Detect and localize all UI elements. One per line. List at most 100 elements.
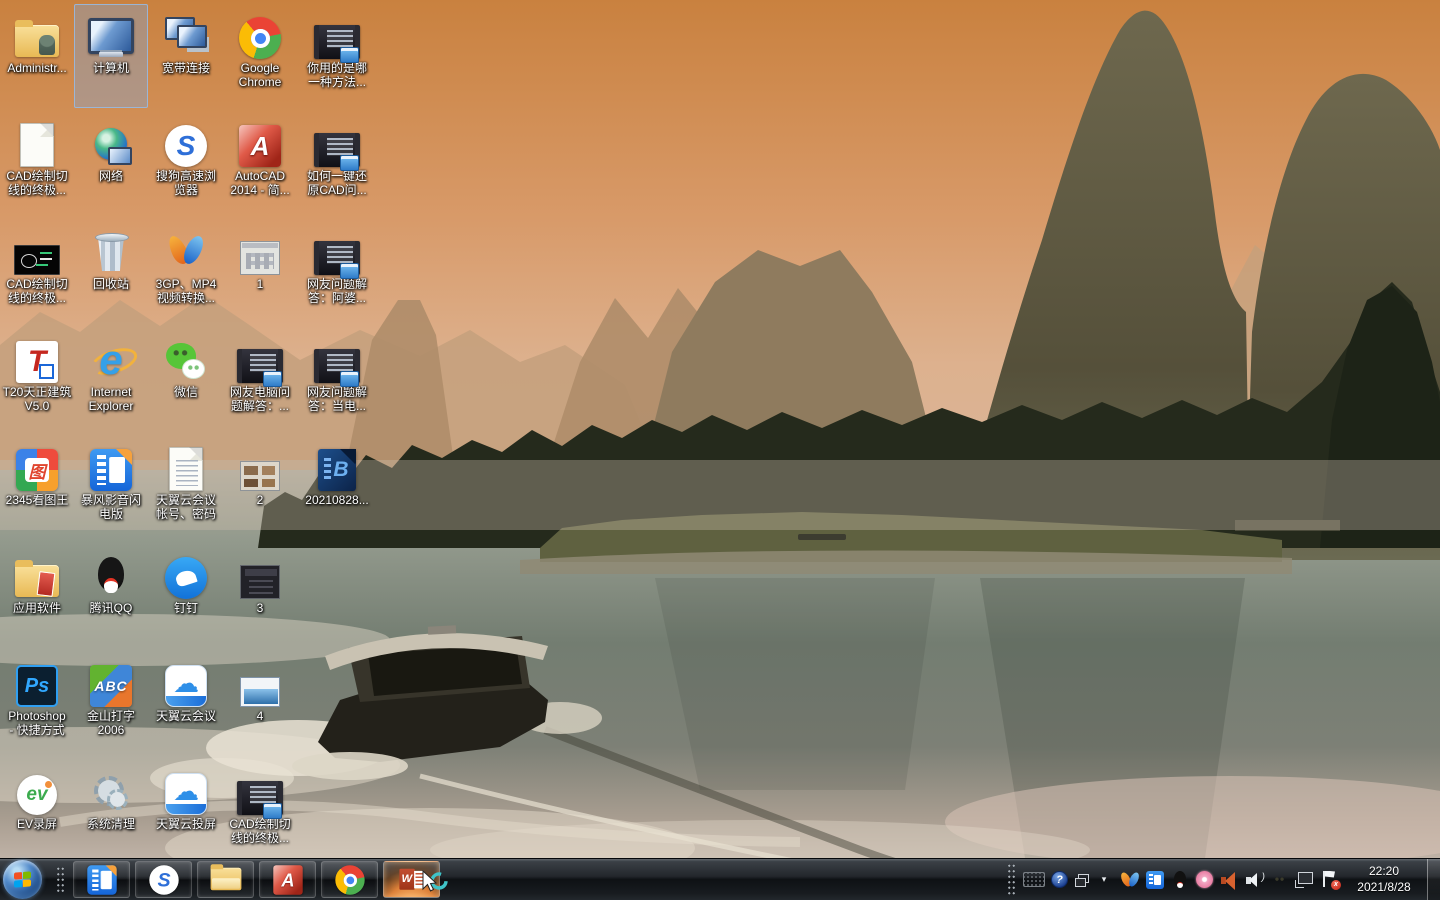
folder-app-icon — [15, 560, 59, 597]
desktop-icon-label: 计算机 — [92, 61, 129, 75]
tray-clock[interactable]: 22:20 2021/8/28 — [1349, 864, 1419, 895]
desktop-icon-tianyi-cloud-meeting[interactable]: ☁ 天翼云会议 — [149, 652, 223, 756]
chrome-icon — [334, 864, 365, 895]
desktop-icon-image-4[interactable]: 4 — [223, 652, 297, 756]
desktop-icon-sogou-browser[interactable]: S 搜狗高速浏 览器 — [149, 112, 223, 216]
administrator-folder-icon — [15, 5, 59, 59]
desktop-icon-video-restore-cad[interactable]: 如何一键还 原CAD问... — [300, 112, 374, 216]
desktop-icon-video-20210828[interactable]: B 20210828... — [300, 436, 374, 540]
taskbar-button-google-chrome[interactable] — [321, 861, 378, 898]
desktop-icon-broadband-connection[interactable]: 宽带连接 — [149, 4, 223, 108]
desktop-icon-label: AutoCAD 2014 - 简... — [230, 169, 290, 197]
desktop-icon-recycle-bin[interactable]: 回收站 — [74, 220, 148, 324]
thumb-chart-icon — [240, 677, 280, 707]
desktop-icon-kingsoft-typing-2006[interactable]: ABC 金山打字 2006 — [74, 652, 148, 756]
desktop-icon-internet-explorer[interactable]: e Internet Explorer — [74, 328, 148, 432]
network-icon — [88, 113, 134, 167]
desktop-icon-image-2[interactable]: 2 — [223, 436, 297, 540]
chrome-icon — [239, 17, 281, 59]
desktop-icon-label: 天翼云会议 — [155, 709, 216, 723]
taskbar-buttons: SAW — [73, 859, 440, 900]
show-hidden-icons-icon[interactable]: ▾ — [1094, 870, 1114, 890]
desktop-icon-administrator-folder[interactable]: Administr... — [0, 4, 74, 108]
taskbar-button-sogou-browser[interactable]: S — [135, 861, 192, 898]
image-3-icon — [240, 545, 280, 599]
volume-icon[interactable]: ) — [1245, 870, 1265, 890]
google-chrome-icon — [239, 5, 281, 59]
desktop-icon-tianyi-cloud-cast[interactable]: ☁ 天翼云投屏 — [149, 760, 223, 864]
icon-glyph: ☁ — [173, 775, 199, 806]
tencent-qq-icon[interactable] — [1170, 870, 1190, 890]
desktop-icon-ev-recorder[interactable]: ev EV录屏 — [0, 760, 74, 864]
desktop-icon-my-computer[interactable]: 计算机 — [74, 4, 148, 108]
desktop-icon-label: 应用软件 — [12, 601, 61, 615]
word-icon: W — [395, 863, 427, 895]
icon-glyph: ▾ — [1101, 874, 1107, 884]
audio-manager-icon[interactable] — [1219, 870, 1239, 890]
input-indicator-icon[interactable] — [1023, 872, 1045, 887]
video-qa-power-icon — [314, 329, 360, 387]
desktop-icon-system-clean[interactable]: 系统清理 — [74, 760, 148, 864]
desktop-icon-video-which-method[interactable]: 你用的是哪 一种方法... — [300, 4, 374, 108]
taskbar-button-windows-explorer[interactable] — [197, 861, 254, 898]
clock-date: 2021/8/28 — [1357, 879, 1411, 894]
autocad-2014-icon: A — [239, 113, 281, 167]
icon-glyph: W — [401, 872, 412, 885]
desktop-icon-google-chrome[interactable]: Google Chrome — [223, 4, 297, 108]
icon-glyph: A — [250, 130, 270, 161]
desktop-icon-t20-tianzheng[interactable]: T T20天正建筑 V5.0 — [0, 328, 74, 432]
input-help-icon[interactable]: ? — [1051, 871, 1068, 888]
toolbar-grip[interactable] — [56, 865, 65, 894]
desktop-icon-baofeng-player[interactable]: 暴风影音闪 电版 — [74, 436, 148, 540]
desktop-icon-autocad-2014[interactable]: A AutoCAD 2014 - 简... — [223, 112, 297, 216]
desktop-icon-network[interactable]: 网络 — [74, 112, 148, 216]
network-status-icon[interactable] — [1294, 870, 1314, 890]
clock-time: 22:20 — [1368, 863, 1400, 878]
icon-glyph: S — [176, 130, 196, 161]
baofeng-player-icon[interactable] — [1146, 870, 1164, 889]
flower-app-icon[interactable] — [1196, 871, 1213, 888]
desktop-icon-video-converter[interactable]: 3GP、MP4 视频转换... — [149, 220, 223, 324]
desktop-icon-grid: Administr... 计算机 宽带连接 Google Chrome 你用的是哪 一种… — [0, 0, 1440, 858]
acad-icon: A — [272, 864, 303, 895]
language-bar-restore-icon[interactable] — [1074, 873, 1089, 887]
taskbar-button-baofeng-player[interactable] — [73, 861, 130, 898]
image-2-icon — [240, 437, 280, 491]
start-button[interactable] — [3, 860, 42, 899]
desktop-icon-tencent-qq[interactable]: 腾讯QQ — [74, 544, 148, 648]
taskbar-button-word[interactable]: W — [383, 861, 440, 898]
video-which-method-icon — [314, 5, 360, 63]
desktop-icon-video-qa-power[interactable]: 网友问题解 答：当电... — [300, 328, 374, 432]
video-20210828-icon: B — [318, 437, 356, 491]
taskbar-button-autocad[interactable]: A — [259, 861, 316, 898]
icon-glyph: e — [99, 336, 123, 383]
desktop-icon-wechat[interactable]: 微信 — [149, 328, 223, 432]
baofeng-icon — [90, 449, 132, 491]
action-center-icon[interactable]: x — [1320, 870, 1341, 890]
desktop-icon-image-3[interactable]: 3 — [223, 544, 297, 648]
desktop-icon-cad-tangent-doc[interactable]: CAD绘制切 线的终极... — [0, 112, 74, 216]
ev-recorder-icon: ev — [17, 761, 57, 815]
ie-icon: e — [88, 336, 134, 383]
desktop-icon-cad-tangent-screenshot[interactable]: CAD绘制切 线的终极... — [0, 220, 74, 324]
desktop-icon-dingtalk[interactable]: 钉钉 — [149, 544, 223, 648]
desktop-icon-photoshop-shortcut[interactable]: Ps Photoshop - 快捷方式 — [0, 652, 74, 756]
baofeng-player-icon — [90, 437, 132, 491]
icon-glyph: ) — [1261, 871, 1265, 883]
desktop-icon-cloud-meeting-account[interactable]: 天翼云会议 帐号、密码 — [149, 436, 223, 540]
show-desktop-button[interactable] — [1427, 858, 1440, 900]
video-converter-icon[interactable] — [1120, 870, 1140, 890]
ludashi-icon[interactable] — [1271, 871, 1288, 888]
desktop-icon-app-software-folder[interactable]: 应用软件 — [0, 544, 74, 648]
desktop-icon-image-1[interactable]: 1 — [223, 220, 297, 324]
expl-icon — [210, 864, 241, 891]
video-pc-qa-icon — [237, 329, 283, 387]
media-icon — [237, 349, 283, 387]
desktop-icon-video-qa-apo[interactable]: 网友问题解 答：阿婆... — [300, 220, 374, 324]
desktop-icon-label: 20210828... — [305, 493, 369, 507]
desktop-icon-video-pc-qa[interactable]: 网友电脑问 题解答：... — [223, 328, 297, 432]
desktop-icon-2345-picture-viewer[interactable]: 图 2345看图王 — [0, 436, 74, 540]
fold-corner — [105, 864, 117, 876]
desktop-icon-cad-tangent-video[interactable]: CAD绘制切 线的终极... — [223, 760, 297, 864]
tray-grip[interactable] — [1007, 862, 1016, 897]
